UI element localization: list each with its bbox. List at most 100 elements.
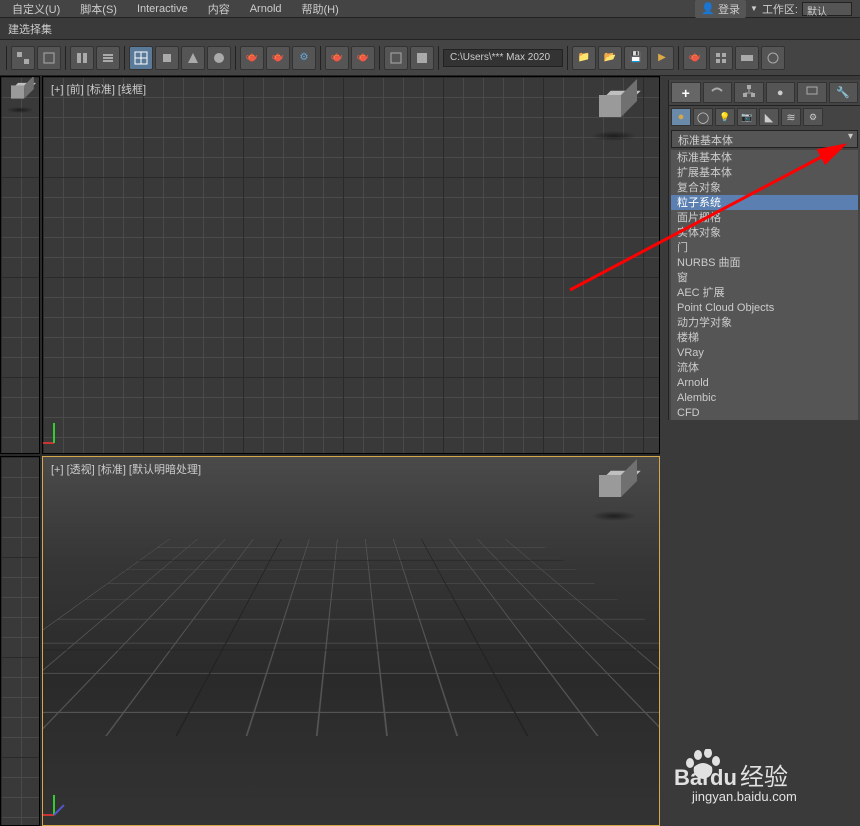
toolbar-button-9[interactable]: 🫖: [240, 46, 264, 70]
category-item-17[interactable]: CFD: [671, 405, 858, 420]
selection-set-label: 建选择集: [4, 19, 56, 39]
systems-icon: ⚙: [809, 112, 817, 123]
toolbar-button-14[interactable]: [384, 46, 408, 70]
folder-open-icon: 📂: [604, 52, 616, 63]
viewport-perspective-label[interactable]: [+] [透视] [标准] [默认明暗处理]: [51, 461, 201, 477]
camera-icon: 📷: [741, 112, 752, 123]
subtab-spacewarps[interactable]: ≋: [781, 108, 801, 126]
folder-icon: 📁: [578, 52, 590, 63]
viewport-left-strip-top[interactable]: [0, 76, 40, 454]
toolbar-button-6[interactable]: [155, 46, 179, 70]
viewcube-perspective[interactable]: [587, 469, 641, 523]
category-item-6[interactable]: 门: [671, 240, 858, 255]
teapot-icon-3: 🫖: [357, 52, 369, 63]
teapot-icon: 🫖: [246, 52, 258, 63]
menu-help[interactable]: 帮助(H): [292, 0, 349, 19]
toolbar-button-10[interactable]: 🫖: [266, 46, 290, 70]
axis-widget-perspective: [53, 775, 93, 815]
category-item-10[interactable]: Point Cloud Objects: [671, 300, 858, 315]
viewcube-front[interactable]: [587, 89, 641, 143]
viewport-left-strip-bottom[interactable]: [0, 456, 40, 826]
viewport-perspective[interactable]: [+] [透视] [标准] [默认明暗处理]: [42, 456, 660, 826]
create-subtabs: ● ◯ 💡 📷 ◣ ≋ ⚙: [669, 106, 860, 128]
toolbar-button-2[interactable]: [37, 46, 61, 70]
category-item-13[interactable]: VRay: [671, 345, 858, 360]
teapot-plus-icon: 🫖: [272, 52, 284, 63]
toolbar-button-20[interactable]: 🫖: [683, 46, 707, 70]
toolbar-button-1[interactable]: [11, 46, 35, 70]
toolbar-button-5[interactable]: [129, 46, 153, 70]
subtab-shapes[interactable]: ◯: [693, 108, 713, 126]
toolbar-button-17[interactable]: 📂: [598, 46, 622, 70]
menu-script[interactable]: 脚本(S): [70, 0, 127, 19]
user-icon: 👤: [701, 2, 715, 15]
subtab-geometry[interactable]: ●: [671, 108, 691, 126]
plus-icon: +: [682, 85, 690, 101]
menu-interactive[interactable]: Interactive: [127, 1, 198, 17]
category-item-4[interactable]: 面片栅格: [671, 210, 858, 225]
category-item-3[interactable]: 粒子系统: [671, 195, 858, 210]
viewport-area: [+] [前] [标准] [线框] [+] [透视] [标准] [默认明暗处理]: [0, 76, 660, 826]
workspace-select[interactable]: 默认: [802, 2, 852, 16]
light-icon: 💡: [719, 112, 730, 123]
login-label: 登录: [718, 1, 740, 17]
helper-icon: ◣: [765, 111, 773, 124]
tab-modify[interactable]: [703, 82, 733, 103]
toolbar-button-11[interactable]: ⚙: [292, 46, 316, 70]
subtab-lights[interactable]: 💡: [715, 108, 735, 126]
tab-utilities[interactable]: 🔧: [829, 82, 859, 103]
tab-motion[interactable]: ●: [766, 82, 796, 103]
subtab-systems[interactable]: ⚙: [803, 108, 823, 126]
selection-set-row: 建选择集: [0, 18, 860, 40]
toolbar-button-18[interactable]: 💾: [624, 46, 648, 70]
category-item-0[interactable]: 标准基本体: [671, 150, 858, 165]
category-item-2[interactable]: 复合对象: [671, 180, 858, 195]
toolbar-button-4[interactable]: [96, 46, 120, 70]
toolbar-button-19[interactable]: ▶: [650, 46, 674, 70]
teapot-icon-2: 🫖: [331, 52, 343, 63]
menu-customize[interactable]: 自定义(U): [2, 0, 70, 19]
category-item-8[interactable]: 窗: [671, 270, 858, 285]
toolbar-button-12[interactable]: 🫖: [325, 46, 349, 70]
menu-bar: 自定义(U) 脚本(S) Interactive 内容 Arnold 帮助(H)…: [0, 0, 860, 18]
toolbar-button-13[interactable]: 🫖: [351, 46, 375, 70]
toolbar-button-3[interactable]: [70, 46, 94, 70]
svg-text:经验: 经验: [740, 764, 788, 791]
category-item-1[interactable]: 扩展基本体: [671, 165, 858, 180]
viewport-front[interactable]: [+] [前] [标准] [线框]: [42, 76, 660, 454]
tab-hierarchy[interactable]: [734, 82, 764, 103]
category-item-15[interactable]: Arnold: [671, 375, 858, 390]
chevron-down-icon[interactable]: ▼: [750, 4, 758, 13]
tab-create[interactable]: +: [671, 82, 701, 103]
category-item-5[interactable]: 实体对象: [671, 225, 858, 240]
login-button[interactable]: 👤 登录: [695, 0, 746, 18]
category-item-9[interactable]: AEC 扩展: [671, 285, 858, 300]
toolbar-button-22[interactable]: [735, 46, 759, 70]
svg-text:du: du: [710, 765, 737, 790]
menu-content[interactable]: 内容: [198, 0, 240, 19]
viewport-front-label[interactable]: [+] [前] [标准] [线框]: [51, 81, 146, 97]
command-panel: + ● 🔧 ● ◯ 💡 📷 ◣ ≋ ⚙ 标准基本体 标准基本体扩展基本体复合对象…: [668, 80, 860, 420]
toolbar-button-21[interactable]: [709, 46, 733, 70]
toolbar-button-23[interactable]: [761, 46, 785, 70]
svg-text:jingyan.baidu.com: jingyan.baidu.com: [691, 789, 797, 804]
command-panel-tabs: + ● 🔧: [669, 80, 860, 106]
toolbar-button-15[interactable]: [410, 46, 434, 70]
category-item-16[interactable]: Alembic: [671, 390, 858, 405]
tab-display[interactable]: [797, 82, 827, 103]
toolbar-button-8[interactable]: [207, 46, 231, 70]
category-item-11[interactable]: 动力学对象: [671, 315, 858, 330]
toolbar-button-7[interactable]: [181, 46, 205, 70]
category-item-7[interactable]: NURBS 曲面: [671, 255, 858, 270]
svg-text:Bai: Bai: [674, 765, 708, 790]
path-field[interactable]: C:\Users\*** Max 2020: [443, 49, 563, 67]
category-dropdown[interactable]: 标准基本体: [671, 130, 858, 148]
subtab-helpers[interactable]: ◣: [759, 108, 779, 126]
toolbar-button-16[interactable]: 📁: [572, 46, 596, 70]
category-item-12[interactable]: 楼梯: [671, 330, 858, 345]
main-toolbar: 🫖 🫖 ⚙ 🫖 🫖 C:\Users\*** Max 2020 📁 📂 💾 ▶ …: [0, 40, 860, 76]
menu-arnold[interactable]: Arnold: [240, 1, 292, 17]
subtab-cameras[interactable]: 📷: [737, 108, 757, 126]
category-item-14[interactable]: 流体: [671, 360, 858, 375]
save-icon: 💾: [630, 52, 642, 63]
